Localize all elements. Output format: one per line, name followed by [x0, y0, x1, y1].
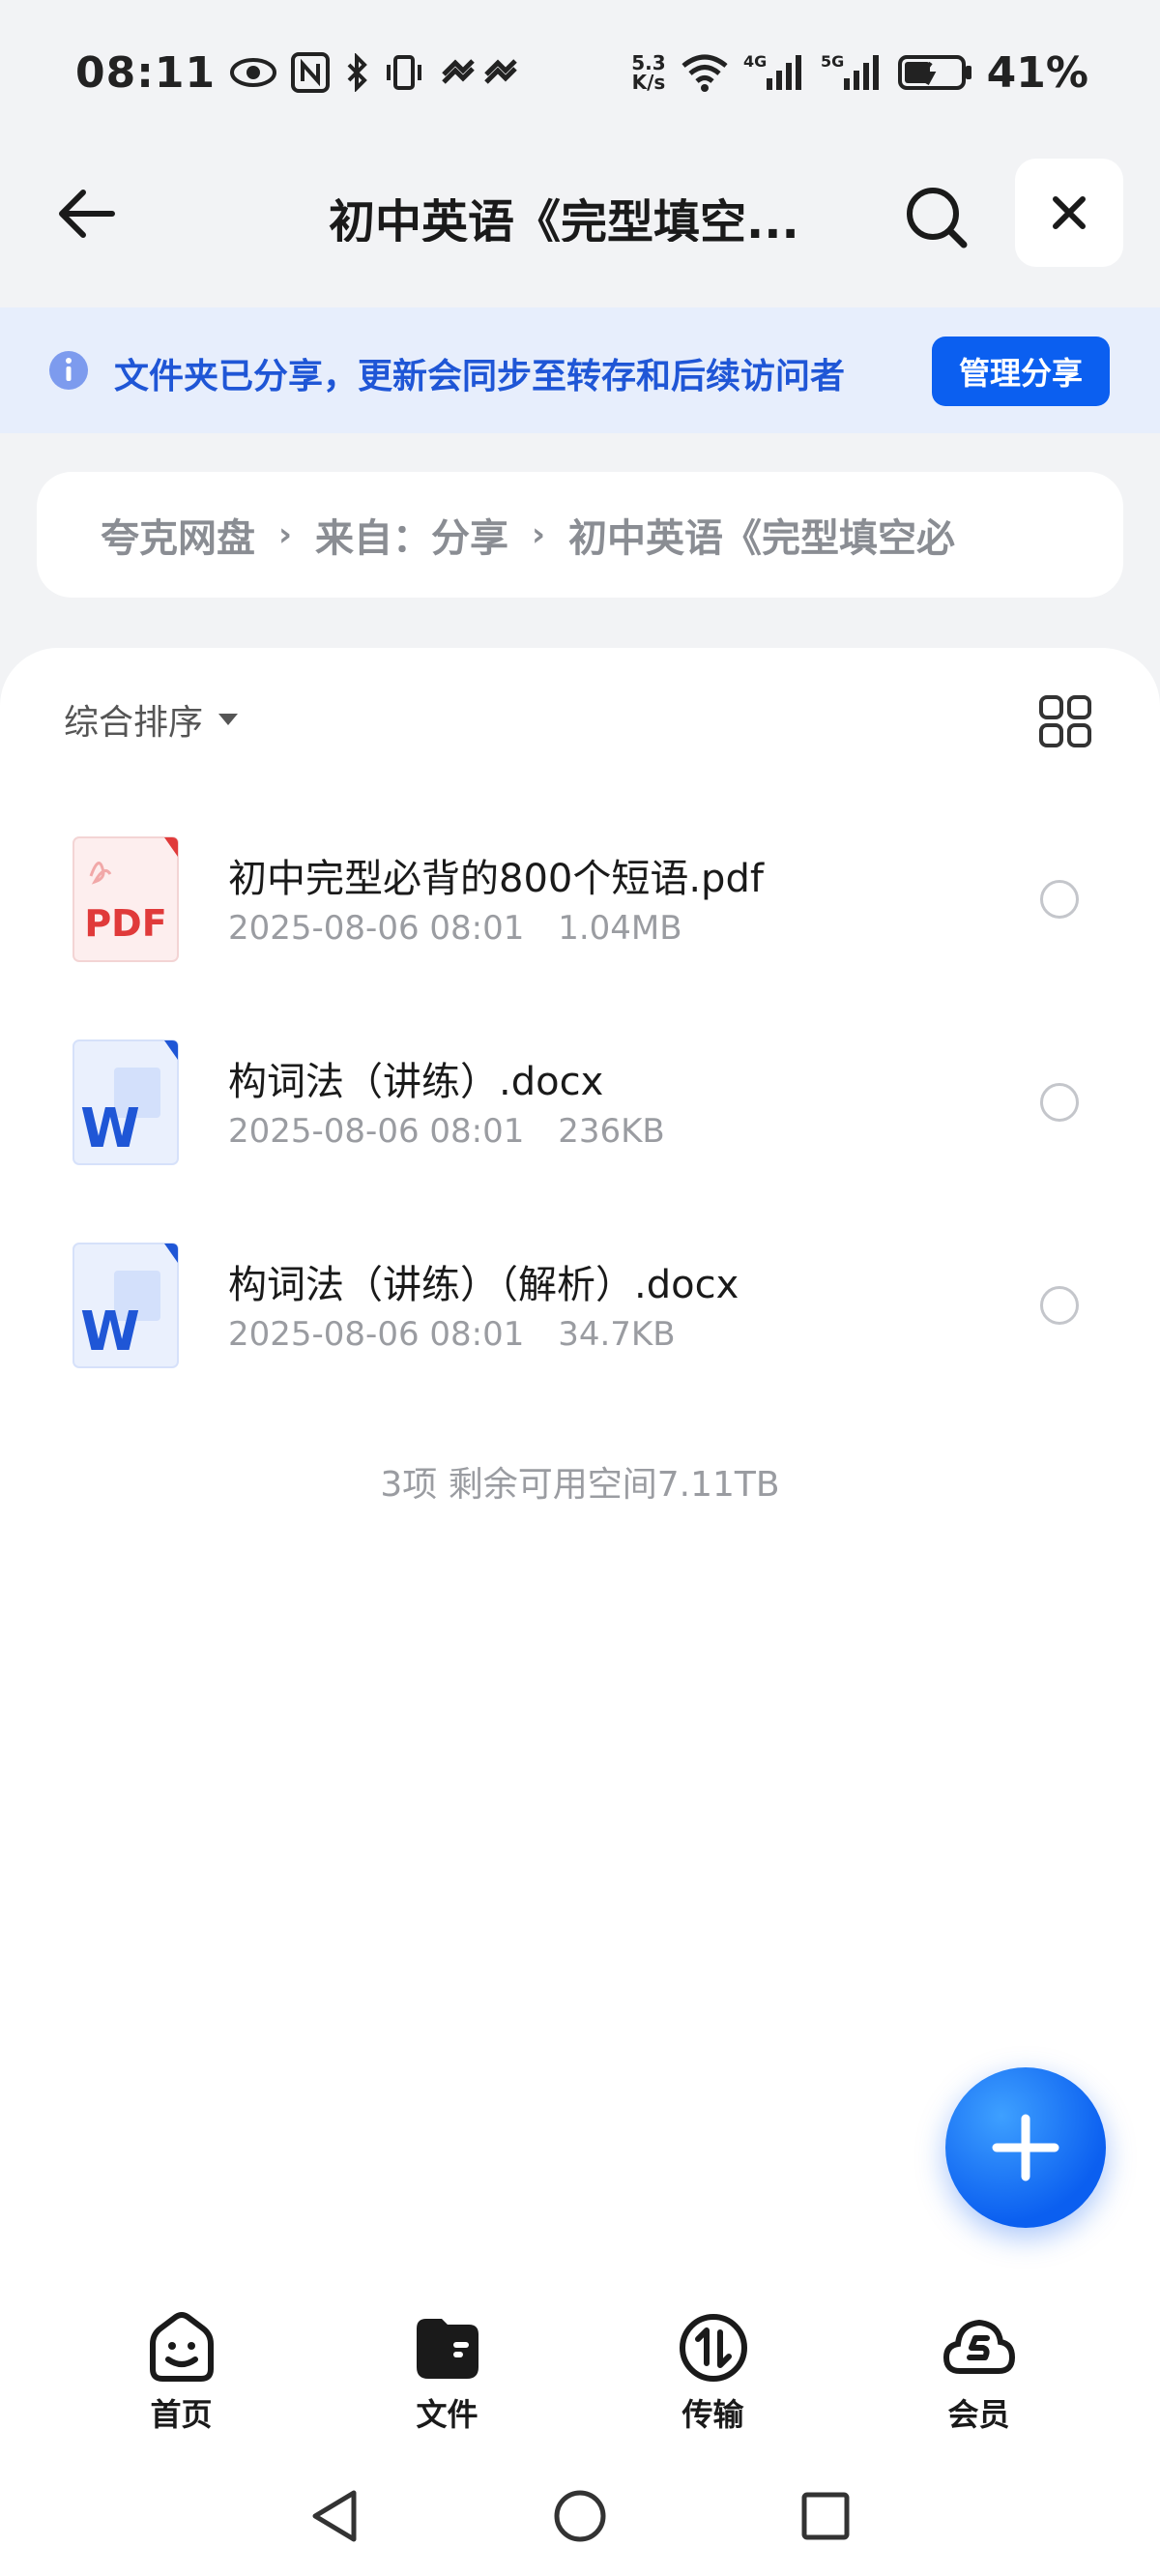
transfer-icon — [679, 2314, 747, 2382]
add-button[interactable] — [945, 2067, 1106, 2228]
eye-icon — [229, 53, 277, 92]
file-meta: 2025-08-06 08:01 236KB — [228, 1112, 665, 1151]
file-name: 构词法（讲练）（解析）.docx — [228, 1263, 740, 1307]
file-size: 236KB — [558, 1112, 665, 1151]
nav-label: 会员 — [947, 2396, 1010, 2433]
file-meta: 2025-08-06 08:01 34.7KB — [228, 1315, 676, 1354]
select-radio[interactable] — [1040, 880, 1079, 919]
nfc-icon — [291, 52, 331, 93]
system-nav-bar — [0, 2456, 1160, 2576]
file-meta: 2025-08-06 08:01 1.04MB — [228, 909, 682, 948]
manage-share-button[interactable]: 管理分享 — [932, 337, 1110, 406]
pdf-file-icon: PDF — [72, 836, 179, 962]
file-date: 2025-08-06 08:01 — [228, 1112, 525, 1151]
info-icon — [49, 351, 88, 390]
folder-wallet-icon — [416, 2319, 478, 2379]
word-file-icon: W — [72, 1243, 179, 1368]
nav-label: 传输 — [682, 2396, 744, 2433]
battery-percent: 41% — [986, 47, 1088, 98]
header: 初中英语《完型填空... — [0, 145, 1160, 280]
battery-icon — [897, 53, 973, 92]
grid-view-icon[interactable] — [1038, 694, 1092, 748]
bluetooth-icon — [343, 53, 370, 92]
arrow-left-icon — [59, 190, 115, 238]
status-time: 08:11 — [75, 47, 217, 98]
nav-item-vip[interactable]: 会员 — [887, 2292, 1071, 2446]
file-date: 2025-08-06 08:01 — [228, 909, 525, 948]
file-date: 2025-08-06 08:01 — [228, 1315, 525, 1354]
page-title: 初中英语《完型填空... — [329, 195, 799, 242]
breadcrumb-item-share[interactable]: 来自：分享 — [315, 507, 508, 563]
signal-icon-2: 5G — [821, 51, 884, 94]
sort-label: 综合排序 — [64, 703, 204, 743]
file-panel: 综合排序 PDF 初中完型必背的800个短语.pdf 2025-08-06 08… — [0, 648, 1160, 2576]
back-button[interactable] — [46, 180, 124, 248]
vip-cloud-icon — [942, 2319, 1015, 2374]
sort-dropdown[interactable]: 综合排序 — [64, 694, 240, 745]
file-size: 34.7KB — [558, 1315, 676, 1354]
circle-home-icon — [554, 2490, 606, 2542]
caret-down-icon — [218, 714, 239, 725]
nav-label: 文件 — [416, 2396, 478, 2433]
net-speed-value: 5.3 — [631, 51, 666, 74]
nav-item-home[interactable]: 首页 — [90, 2292, 274, 2446]
breadcrumb-item-current[interactable]: 初中英语《完型填空必 — [568, 507, 955, 563]
system-home-button[interactable] — [541, 2477, 619, 2555]
smile-home-icon — [149, 2312, 214, 2382]
word-file-icon: W — [72, 1039, 179, 1165]
system-recents-button[interactable] — [787, 2477, 864, 2555]
square-recents-icon — [801, 2492, 850, 2540]
share-status-text: 文件夹已分享，更新会同步至转存和后续访问者 — [114, 357, 846, 396]
share-banner: 文件夹已分享，更新会同步至转存和后续访问者 管理分享 — [0, 307, 1160, 433]
close-icon — [1053, 196, 1086, 229]
file-name: 初中完型必背的800个短语.pdf — [228, 857, 764, 901]
wifi-icon — [680, 52, 730, 93]
nav-item-transfer[interactable]: 传输 — [622, 2292, 805, 2446]
nav-item-files[interactable]: 文件 — [356, 2292, 539, 2446]
net-speed-unit: K/s — [631, 71, 666, 94]
file-row[interactable]: PDF 初中完型必背的800个短语.pdf 2025-08-06 08:01 1… — [0, 808, 1160, 1011]
status-bar: 08:11 5.3 K/s 4G 5G 41% — [0, 0, 1160, 145]
word-icon-label: W — [80, 1301, 140, 1363]
chevron-right-icon: › — [278, 515, 293, 554]
storage-summary: 3项 剩余可用空间7.11TB — [380, 1465, 780, 1505]
signal-2-label: 5G — [821, 52, 844, 71]
search-icon — [907, 188, 968, 249]
nav-label: 首页 — [150, 2396, 213, 2433]
file-name: 构词法（讲练）.docx — [228, 1060, 604, 1104]
search-button[interactable] — [899, 180, 976, 257]
select-radio[interactable] — [1040, 1286, 1079, 1325]
file-list: PDF 初中完型必背的800个短语.pdf 2025-08-06 08:01 1… — [0, 808, 1160, 1418]
close-button[interactable] — [1015, 159, 1123, 267]
signal-icon: 4G — [743, 51, 807, 94]
chevron-right-icon: › — [532, 515, 546, 554]
system-back-button[interactable] — [296, 2477, 373, 2555]
pdf-icon-label: PDF — [84, 902, 166, 945]
file-row[interactable]: W 构词法（讲练）.docx 2025-08-06 08:01 236KB — [0, 1011, 1160, 1215]
file-size: 1.04MB — [558, 909, 682, 948]
net-speed: 5.3 K/s — [631, 53, 665, 92]
word-icon-label: W — [80, 1098, 140, 1160]
signal-1-label: 4G — [743, 52, 767, 71]
breadcrumb-item-root[interactable]: 夸克网盘 — [101, 507, 255, 563]
select-radio[interactable] — [1040, 1083, 1079, 1122]
status-right: 5.3 K/s 4G 5G 41% — [631, 48, 1088, 98]
file-row[interactable]: W 构词法（讲练）（解析）.docx 2025-08-06 08:01 34.7… — [0, 1215, 1160, 1418]
status-left: 08:11 — [75, 48, 525, 98]
hotspot-icon — [438, 53, 525, 92]
plus-icon — [992, 2114, 1059, 2181]
triangle-back-icon — [312, 2490, 357, 2542]
breadcrumb: 夸克网盘 › 来自：分享 › 初中英语《完型填空必 — [37, 472, 1123, 598]
bottom-nav: 首页 文件 传输 会员 — [0, 2292, 1160, 2446]
vibrate-icon — [384, 53, 424, 92]
